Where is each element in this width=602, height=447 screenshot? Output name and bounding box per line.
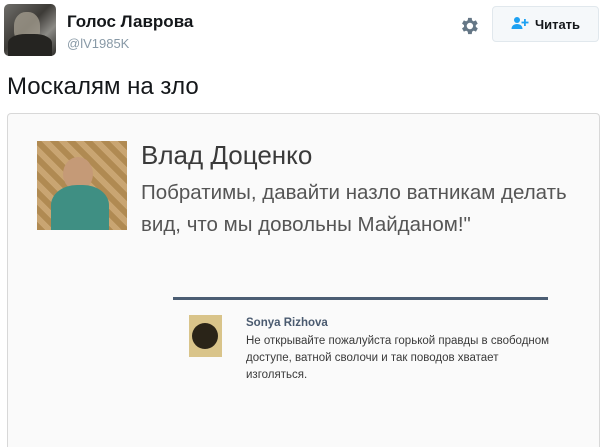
- comment-author-photo: [189, 315, 222, 357]
- comment-body-text: Не открывайте пожалуйста горькой правды …: [246, 335, 550, 381]
- post-author-name: Влад Доценко: [141, 140, 313, 170]
- user-handle[interactable]: @lV1985K: [67, 36, 129, 51]
- post-body-text: Побратимы, давайти назло ватникам делать…: [141, 181, 567, 236]
- gear-icon[interactable]: [458, 15, 480, 37]
- user-avatar[interactable]: [4, 4, 56, 56]
- tweet-header: Голос Лаврова @lV1985K Читать: [0, 0, 602, 60]
- post-author-photo: [37, 141, 127, 230]
- tweet-media[interactable]: Влад Доценко Побратимы, давайти назло ва…: [7, 113, 600, 447]
- tweet-text: Москалям на зло: [7, 73, 199, 100]
- user-name[interactable]: Голос Лаврова: [67, 12, 193, 32]
- follow-label: Читать: [534, 16, 581, 32]
- divider: [173, 297, 548, 300]
- comment-author-name: Sonya Rizhova: [246, 317, 328, 329]
- follow-button[interactable]: Читать: [492, 6, 599, 42]
- add-user-icon: [511, 16, 529, 33]
